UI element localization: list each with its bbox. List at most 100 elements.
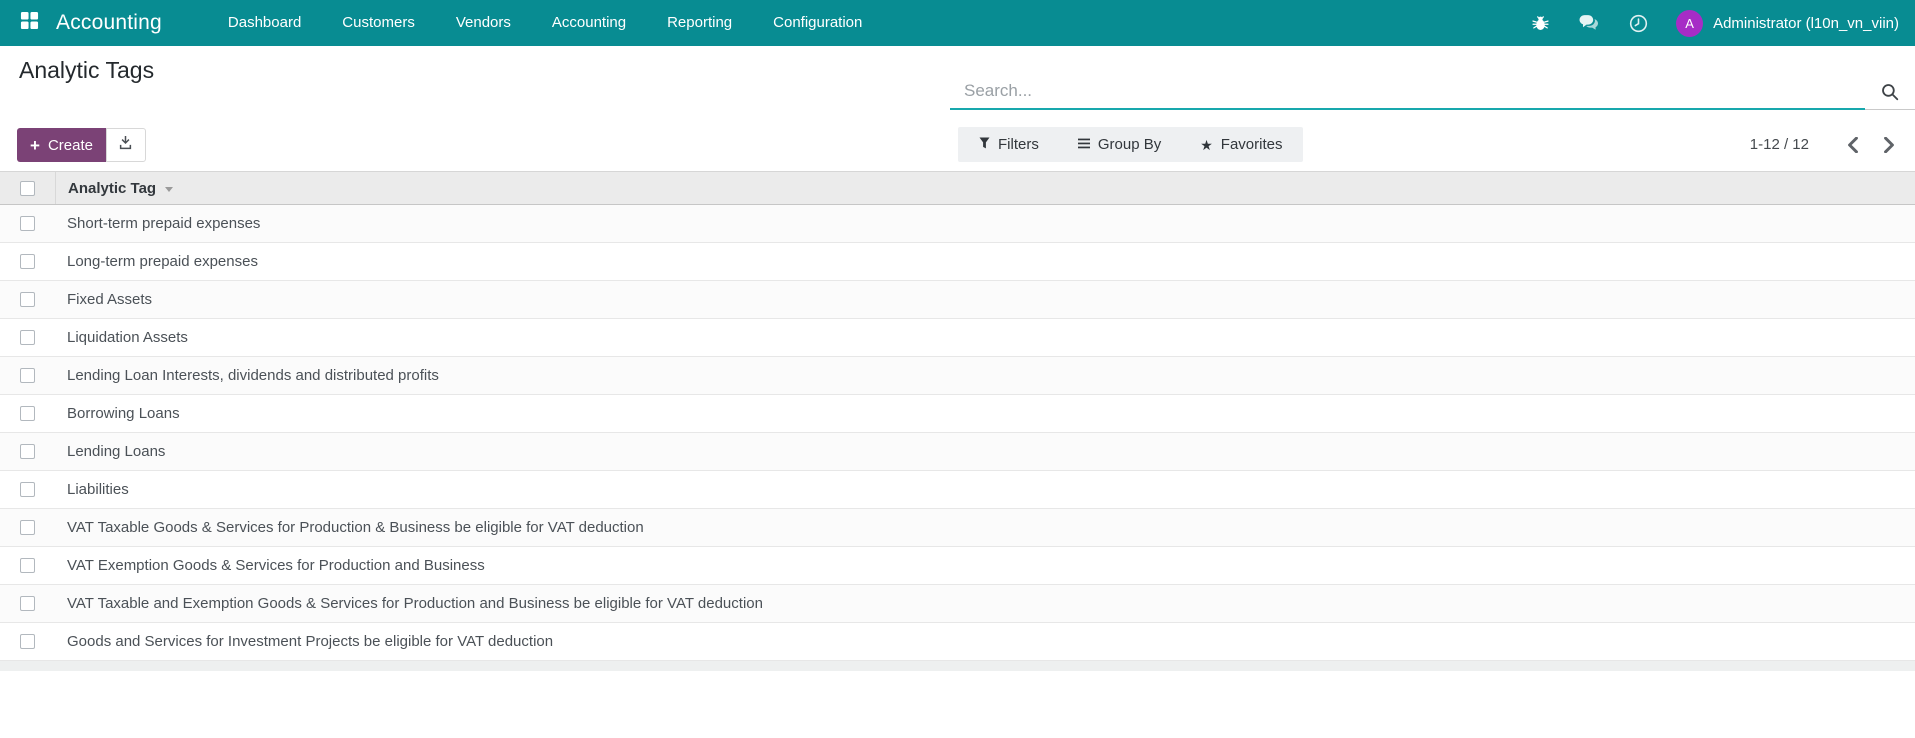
row-label: Lending Loan Interests, dividends and di…: [67, 367, 439, 384]
create-button-label: Create: [47, 136, 93, 154]
top-navbar: Accounting Dashboard Customers Vendors A…: [0, 0, 1915, 46]
main-menu: Dashboard Customers Vendors Accounting R…: [228, 0, 862, 46]
analytic-tags-list: Analytic Tag Short-term prepaid expenses…: [0, 171, 1915, 671]
row-checkbox[interactable]: [20, 216, 35, 231]
row-checkbox-cell: [0, 292, 55, 307]
column-header-analytic-tag[interactable]: Analytic Tag: [55, 172, 1915, 204]
row-checkbox[interactable]: [20, 330, 35, 345]
table-row[interactable]: Lending Loan Interests, dividends and di…: [0, 357, 1915, 395]
menu-accounting[interactable]: Accounting: [552, 0, 626, 46]
row-checkbox-cell: [0, 520, 55, 535]
table-row[interactable]: Liabilities: [0, 471, 1915, 509]
filters-label: Filters: [998, 136, 1039, 153]
row-checkbox[interactable]: [20, 406, 35, 421]
search-input[interactable]: [950, 81, 1865, 108]
favorites-button[interactable]: ★ Favorites: [1200, 136, 1282, 153]
table-row[interactable]: Short-term prepaid expenses: [0, 205, 1915, 243]
avatar: A: [1676, 9, 1704, 37]
row-label: VAT Taxable and Exemption Goods & Servic…: [67, 595, 763, 612]
export-button[interactable]: [105, 128, 146, 162]
row-checkbox-cell: [0, 444, 55, 459]
list-body: Short-term prepaid expenses Long-term pr…: [0, 205, 1915, 661]
row-label: Long-term prepaid expenses: [67, 253, 258, 270]
row-checkbox-cell: [0, 558, 55, 573]
filters-button[interactable]: Filters: [979, 136, 1039, 153]
apps-menu-button[interactable]: [16, 10, 42, 36]
table-row[interactable]: VAT Taxable Goods & Services for Product…: [0, 509, 1915, 547]
app-brand[interactable]: Accounting: [56, 11, 162, 35]
group-by-button[interactable]: Group By: [1077, 136, 1162, 153]
row-checkbox[interactable]: [20, 254, 35, 269]
row-label: Borrowing Loans: [67, 405, 180, 422]
download-icon: [118, 135, 133, 155]
create-button-group: + Create: [17, 128, 146, 162]
chevron-right-icon[interactable]: [1877, 133, 1901, 157]
row-label: Goods and Services for Investment Projec…: [67, 633, 554, 650]
select-all-checkbox[interactable]: [20, 180, 35, 196]
row-checkbox[interactable]: [20, 444, 35, 459]
search-icon[interactable]: [1865, 58, 1915, 110]
search-options: Filters Group By ★ Favorites: [958, 127, 1304, 162]
table-row[interactable]: VAT Exemption Goods & Services for Produ…: [0, 547, 1915, 585]
menu-vendors[interactable]: Vendors: [456, 0, 511, 46]
menu-configuration[interactable]: Configuration: [773, 0, 862, 46]
row-checkbox[interactable]: [20, 292, 35, 307]
row-checkbox[interactable]: [20, 558, 35, 573]
menu-customers[interactable]: Customers: [342, 0, 415, 46]
bug-icon[interactable]: [1529, 12, 1551, 34]
navbar-right: A Administrator (l10n_vn_viin): [1529, 9, 1899, 37]
chevron-left-icon[interactable]: [1841, 133, 1865, 157]
table-row[interactable]: Liquidation Assets: [0, 319, 1915, 357]
table-row[interactable]: Long-term prepaid expenses: [0, 243, 1915, 281]
plus-icon: +: [30, 135, 40, 155]
table-row[interactable]: Borrowing Loans: [0, 395, 1915, 433]
row-label: Liquidation Assets: [67, 329, 188, 346]
row-checkbox-cell: [0, 254, 55, 269]
row-label: VAT Exemption Goods & Services for Produ…: [67, 557, 485, 574]
menu-dashboard[interactable]: Dashboard: [228, 0, 301, 46]
row-label: Short-term prepaid expenses: [67, 215, 261, 232]
column-header-label: Analytic Tag: [68, 179, 157, 197]
table-row[interactable]: Goods and Services for Investment Projec…: [0, 623, 1915, 661]
apps-grid-icon: [20, 11, 39, 35]
clock-icon[interactable]: [1627, 12, 1649, 34]
page-title: Analytic Tags: [19, 57, 155, 83]
table-row[interactable]: VAT Taxable and Exemption Goods & Servic…: [0, 585, 1915, 623]
row-checkbox[interactable]: [20, 520, 35, 535]
row-label: VAT Taxable Goods & Services for Product…: [67, 519, 644, 536]
filter-funnel-icon: [979, 136, 990, 153]
user-name: Administrator (l10n_vn_viin): [1713, 14, 1899, 32]
select-all-cell: [0, 172, 55, 204]
star-icon: ★: [1200, 136, 1213, 153]
row-checkbox-cell: [0, 634, 55, 649]
row-checkbox-cell: [0, 406, 55, 421]
row-checkbox[interactable]: [20, 634, 35, 649]
row-checkbox-cell: [0, 330, 55, 345]
user-menu[interactable]: A Administrator (l10n_vn_viin): [1676, 9, 1899, 37]
menu-reporting[interactable]: Reporting: [667, 0, 732, 46]
row-checkbox-cell: [0, 596, 55, 611]
favorites-label: Favorites: [1220, 136, 1283, 153]
group-by-bars-icon: [1077, 136, 1090, 153]
chat-icon[interactable]: [1578, 12, 1600, 34]
row-label: Liabilities: [67, 481, 129, 498]
row-checkbox[interactable]: [20, 368, 35, 383]
row-checkbox[interactable]: [20, 596, 35, 611]
create-button[interactable]: + Create: [17, 128, 106, 162]
row-label: Fixed Assets: [67, 291, 153, 308]
search-field: [950, 58, 1865, 110]
row-checkbox-cell: [0, 482, 55, 497]
app-window: Accounting Dashboard Customers Vendors A…: [0, 0, 1915, 738]
sort-caret-icon: [165, 186, 174, 192]
row-checkbox-cell: [0, 216, 55, 231]
search-bar: [950, 58, 1915, 110]
table-row[interactable]: Lending Loans: [0, 433, 1915, 471]
table-row[interactable]: Fixed Assets: [0, 281, 1915, 319]
list-footer-strip: [0, 661, 1915, 671]
row-checkbox-cell: [0, 368, 55, 383]
row-label: Lending Loans: [67, 443, 166, 460]
group-by-label: Group By: [1097, 136, 1162, 153]
row-checkbox[interactable]: [20, 482, 35, 497]
list-header-row: Analytic Tag: [0, 171, 1915, 205]
pager-value[interactable]: 1-12 / 12: [1750, 136, 1809, 153]
